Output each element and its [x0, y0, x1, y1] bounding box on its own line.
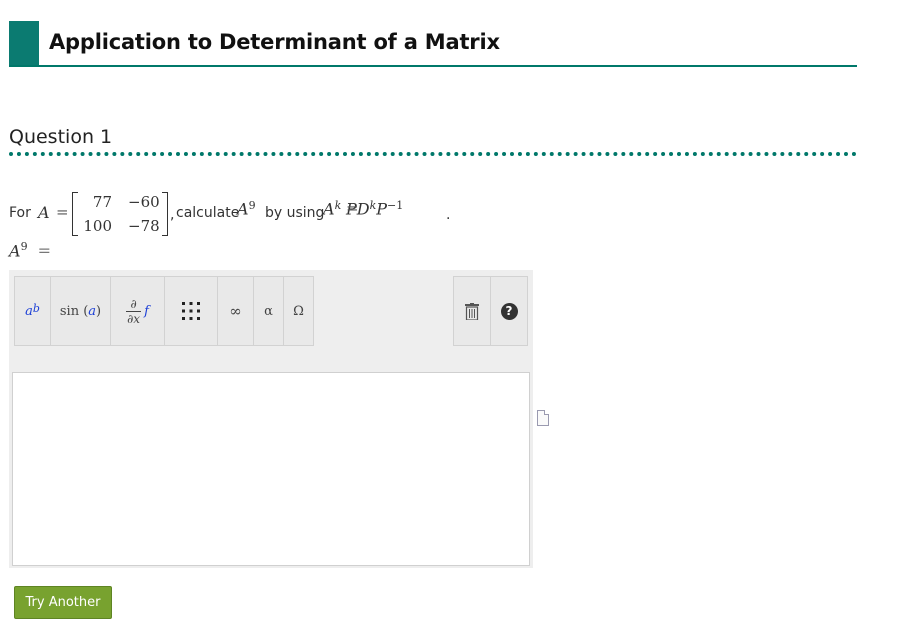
problem-by-using: by using — [265, 205, 325, 221]
problem-var-a: A — [38, 203, 50, 222]
matrix-cell-2-1: 100 — [83, 217, 112, 235]
function-button[interactable]: sin (a) — [50, 276, 111, 346]
matrix-cell-1-1: 77 — [92, 193, 112, 211]
problem-period: . — [446, 207, 451, 223]
trash-icon — [465, 302, 479, 320]
infinity-button[interactable]: ∞ — [217, 276, 254, 346]
alpha-symbol: α — [264, 303, 273, 319]
problem-equals: = — [56, 203, 69, 221]
matrix-left-bracket — [72, 192, 78, 236]
help-icon: ? — [500, 302, 518, 320]
try-another-button[interactable]: Try Another — [14, 586, 112, 619]
header-accent-bar — [9, 21, 39, 65]
superscript-button[interactable]: ab — [14, 276, 51, 346]
question-title: Question 1 — [9, 126, 113, 148]
problem-formula: Ak = PDkP−1 — [323, 199, 404, 219]
problem-a-power: A9 — [237, 199, 256, 219]
matrix-a: 77 −60 100 −78 — [72, 190, 168, 236]
matrix-button[interactable] — [164, 276, 218, 346]
problem-comma: , — [170, 207, 175, 223]
problem-calculate: calculate — [176, 205, 240, 221]
derivative-button[interactable]: ∂ ∂x f — [110, 276, 165, 346]
matrix-cell-1-2: −60 — [128, 193, 160, 211]
infinity-symbol: ∞ — [229, 302, 242, 320]
help-button[interactable]: ? — [490, 276, 528, 346]
greek-uppercase-button[interactable]: Ω — [283, 276, 314, 346]
page-title: Application to Determinant of a Matrix — [49, 30, 500, 54]
greek-lowercase-button[interactable]: α — [253, 276, 284, 346]
document-icon[interactable] — [537, 410, 549, 426]
page-header: Application to Determinant of a Matrix — [9, 21, 857, 67]
omega-symbol: Ω — [293, 303, 304, 319]
question-divider — [9, 152, 857, 156]
matrix-grid-icon — [182, 302, 200, 320]
math-editor: ab sin (a) ∂ ∂x f ∞ α Ω ? — [9, 270, 533, 568]
clear-button[interactable] — [453, 276, 491, 346]
problem-for: For — [9, 205, 31, 221]
matrix-right-bracket — [162, 192, 168, 236]
matrix-cell-2-2: −78 — [128, 217, 160, 235]
answer-label: A9 = — [9, 240, 51, 261]
answer-input[interactable] — [12, 372, 530, 566]
